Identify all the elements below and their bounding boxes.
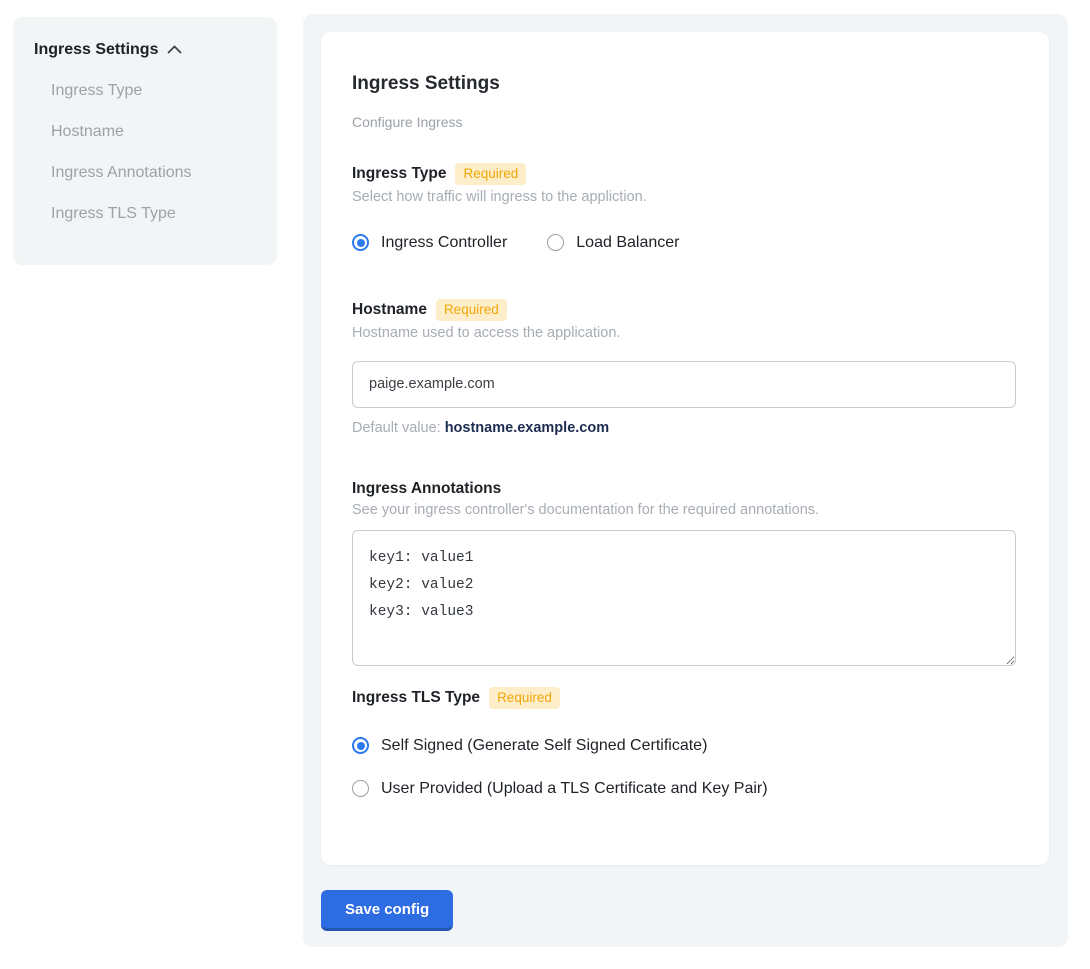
hostname-input[interactable] — [352, 361, 1016, 408]
ingress-settings-card: Ingress Settings Configure Ingress Ingre… — [321, 32, 1049, 865]
radio-label: Load Balancer — [576, 234, 679, 252]
required-badge: Required — [489, 687, 560, 709]
section-ingress-tls-type: Ingress TLS Type Required Self Signed (G… — [352, 687, 1018, 798]
required-badge: Required — [436, 299, 507, 321]
page-title: Ingress Settings — [352, 72, 1018, 95]
section-ingress-type: Ingress Type Required Select how traffic… — [352, 163, 1018, 252]
radio-selected-icon[interactable] — [352, 737, 369, 754]
ingress-annotations-label: Ingress Annotations — [352, 480, 1018, 498]
hostname-default-value: hostname.example.com — [445, 420, 609, 436]
ingress-type-radio-group: Ingress Controller Load Balancer — [352, 234, 1018, 252]
settings-panel: Ingress Settings Configure Ingress Ingre… — [303, 14, 1068, 947]
ingress-annotations-textarea[interactable]: key1: value1 key2: value2 key3: value3 — [352, 530, 1016, 666]
ingress-annotations-description: See your ingress controller's documentat… — [352, 502, 1018, 518]
ingress-type-label: Ingress Type Required — [352, 163, 1018, 185]
section-ingress-annotations: Ingress Annotations See your ingress con… — [352, 480, 1018, 666]
ingress-annotations-label-text: Ingress Annotations — [352, 480, 501, 498]
radio-label: Self Signed (Generate Self Signed Certif… — [381, 737, 707, 755]
page-subtitle: Configure Ingress — [352, 114, 1018, 130]
radio-label: Ingress Controller — [381, 234, 507, 252]
section-hostname: Hostname Required Hostname used to acces… — [352, 299, 1018, 436]
sidebar-section-label: Ingress Settings — [34, 41, 158, 59]
required-badge: Required — [455, 163, 526, 185]
sidebar-item-ingress-type[interactable]: Ingress Type — [51, 82, 261, 100]
sidebar-item-ingress-annotations[interactable]: Ingress Annotations — [51, 164, 261, 182]
chevron-up-icon — [167, 41, 182, 59]
radio-unselected-icon[interactable] — [547, 234, 564, 251]
settings-sidebar: Ingress Settings Ingress Type Hostname I… — [13, 17, 277, 265]
sidebar-section-ingress-settings[interactable]: Ingress Settings — [34, 41, 261, 59]
sidebar-item-hostname[interactable]: Hostname — [51, 123, 261, 141]
radio-user-provided[interactable]: User Provided (Upload a TLS Certificate … — [352, 780, 1018, 798]
radio-load-balancer[interactable]: Load Balancer — [547, 234, 679, 252]
radio-selected-icon[interactable] — [352, 234, 369, 251]
radio-unselected-icon[interactable] — [352, 780, 369, 797]
radio-label: User Provided (Upload a TLS Certificate … — [381, 780, 768, 798]
hostname-helper-prefix: Default value: — [352, 420, 445, 436]
ingress-tls-radio-group: Self Signed (Generate Self Signed Certif… — [352, 737, 1018, 798]
hostname-helper: Default value: hostname.example.com — [352, 420, 1018, 436]
hostname-label-text: Hostname — [352, 301, 427, 319]
save-config-button[interactable]: Save config — [321, 890, 453, 931]
ingress-type-description: Select how traffic will ingress to the a… — [352, 189, 1018, 205]
ingress-type-label-text: Ingress Type — [352, 165, 446, 183]
hostname-label: Hostname Required — [352, 299, 1018, 321]
ingress-tls-type-label: Ingress TLS Type Required — [352, 687, 1018, 709]
radio-self-signed[interactable]: Self Signed (Generate Self Signed Certif… — [352, 737, 1018, 755]
hostname-description: Hostname used to access the application. — [352, 325, 1018, 341]
ingress-tls-type-label-text: Ingress TLS Type — [352, 689, 480, 707]
sidebar-item-ingress-tls-type[interactable]: Ingress TLS Type — [51, 205, 261, 223]
radio-ingress-controller[interactable]: Ingress Controller — [352, 234, 507, 252]
